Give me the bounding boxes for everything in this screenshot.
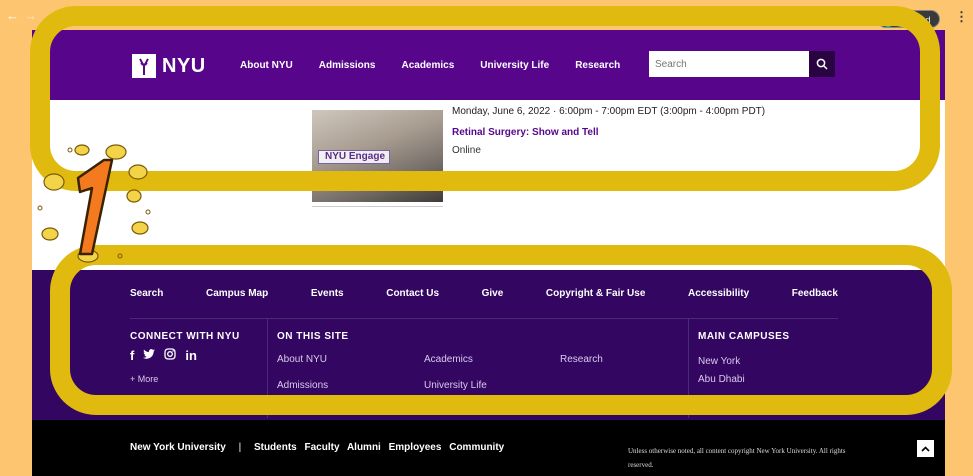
highlight-ring-bottom <box>50 245 952 415</box>
audience-link-community[interactable]: Community <box>449 442 504 453</box>
number-one-annotation <box>37 144 151 263</box>
burst-cloud <box>43 173 65 191</box>
burst-dot <box>117 253 123 259</box>
bottom-bar: New York University | Students Faculty A… <box>32 420 945 476</box>
forward-arrow-icon[interactable]: → <box>24 8 37 23</box>
burst-cloud <box>74 144 90 156</box>
chevron-up-icon <box>921 445 930 452</box>
audience-link-faculty[interactable]: Faculty <box>305 442 340 453</box>
burst-cloud <box>126 189 142 203</box>
audience-link-students[interactable]: Students <box>254 442 297 453</box>
burst-cloud <box>131 221 149 235</box>
number-one-glyph <box>76 158 114 256</box>
burst-dot <box>67 147 73 153</box>
kebab-menu-icon[interactable]: ⋮ <box>955 9 968 25</box>
burst-dot <box>37 205 43 211</box>
audience-link-employees[interactable]: Employees <box>389 442 442 453</box>
back-arrow-icon[interactable]: ← <box>6 8 19 23</box>
audience-nav: New York University | Students Faculty A… <box>130 442 509 453</box>
copyright-notice: Unless otherwise noted, all content copy… <box>628 447 846 469</box>
burst-cloud <box>41 227 59 241</box>
burst-cloud <box>128 164 148 180</box>
back-to-top-button[interactable] <box>917 440 934 457</box>
burst-cloud <box>105 144 127 160</box>
divider <box>312 206 443 207</box>
audience-link-alumni[interactable]: Alumni <box>347 442 381 453</box>
burst-dot <box>145 209 151 215</box>
separator: | <box>238 442 242 453</box>
university-name: New York University <box>130 442 226 453</box>
